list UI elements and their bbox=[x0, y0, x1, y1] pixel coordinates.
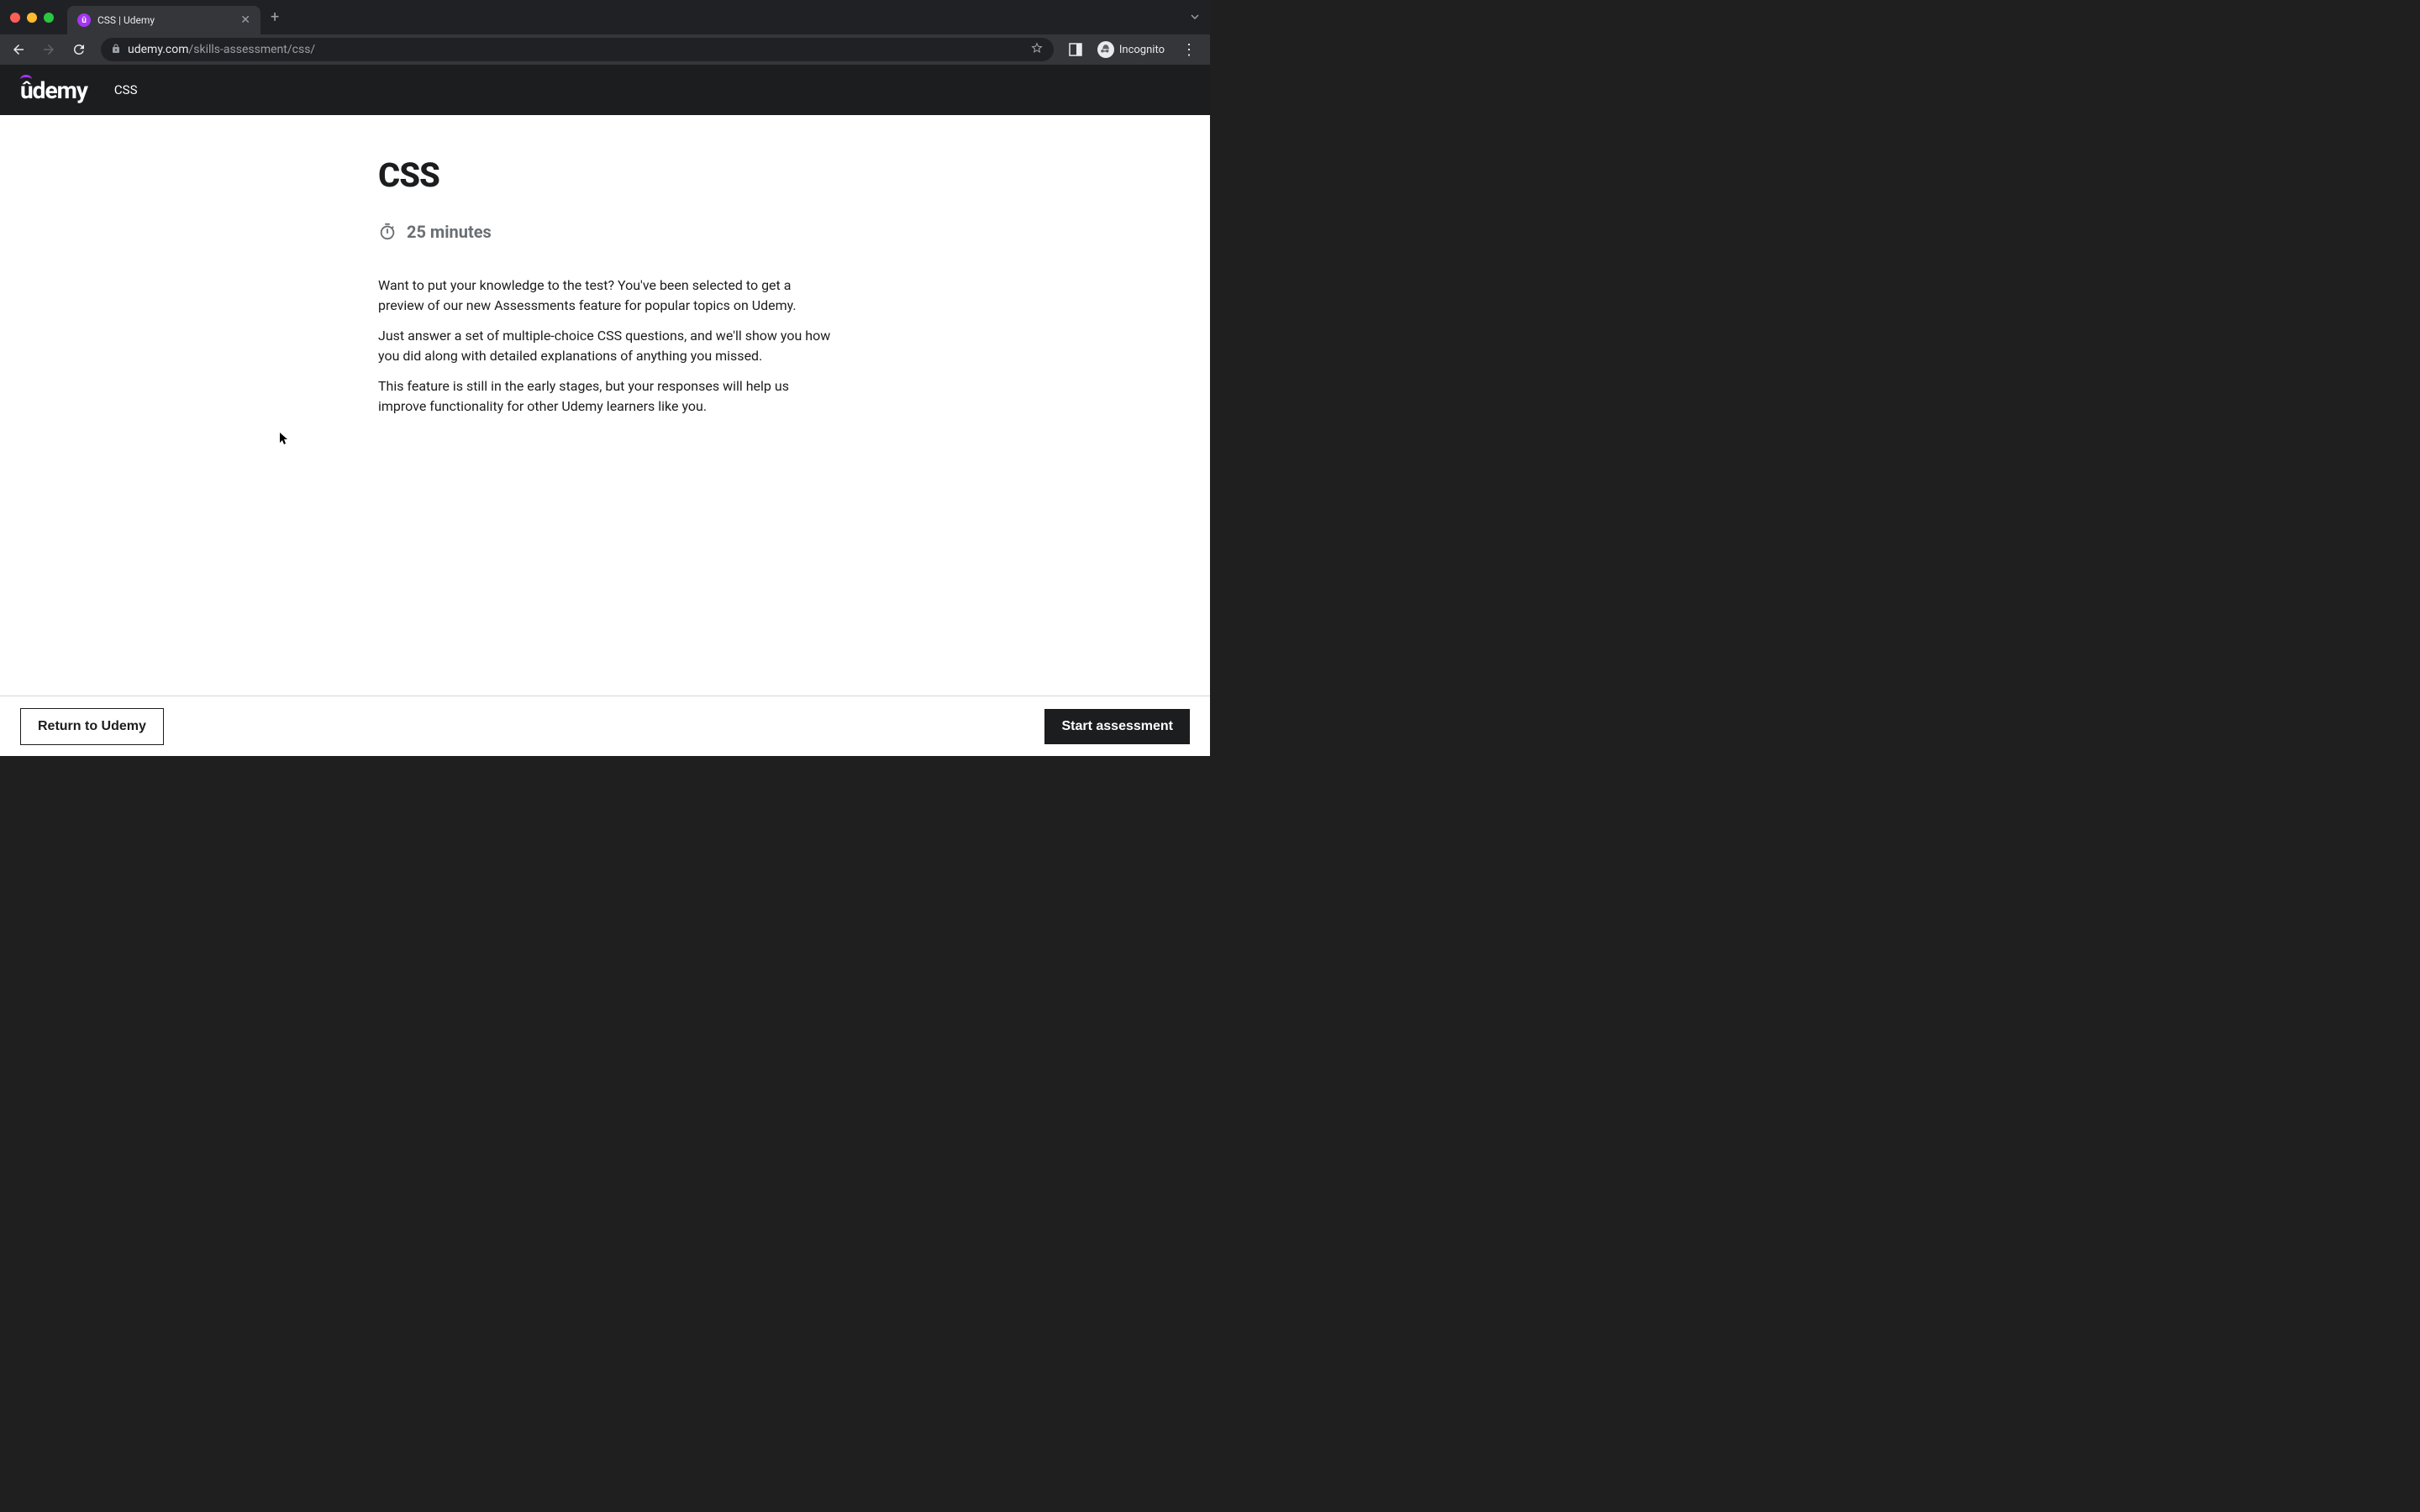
window-controls bbox=[10, 13, 54, 23]
site-header: ûdemy CSS bbox=[0, 65, 1210, 115]
description: Want to put your knowledge to the test? … bbox=[378, 276, 832, 417]
extensions-icon[interactable] bbox=[1064, 38, 1087, 61]
url-input[interactable]: udemy.com/skills-assessment/css/ bbox=[101, 38, 1054, 61]
browser-menu-icon[interactable]: ⋮ bbox=[1175, 41, 1203, 59]
timer-icon bbox=[378, 223, 397, 241]
browser-tab-bar: û CSS | Udemy ✕ + bbox=[0, 0, 1210, 34]
return-button[interactable]: Return to Udemy bbox=[20, 708, 164, 745]
window-close-button[interactable] bbox=[10, 13, 20, 23]
browser-address-bar: udemy.com/skills-assessment/css/ Incogni… bbox=[0, 34, 1210, 65]
duration-row: 25 minutes bbox=[378, 222, 832, 242]
page-body: CSS 25 minutes Want to put your knowledg… bbox=[0, 115, 1210, 696]
back-button[interactable] bbox=[7, 38, 30, 61]
duration-text: 25 minutes bbox=[407, 222, 492, 242]
incognito-badge[interactable]: Incognito bbox=[1094, 41, 1168, 58]
lock-icon bbox=[111, 44, 121, 56]
breadcrumb: CSS bbox=[114, 82, 138, 97]
tab-favicon-icon: û bbox=[77, 13, 91, 27]
window-maximize-button[interactable] bbox=[44, 13, 54, 23]
description-paragraph: Want to put your knowledge to the test? … bbox=[378, 276, 832, 316]
incognito-label: Incognito bbox=[1119, 44, 1165, 56]
page-title: CSS bbox=[378, 155, 832, 195]
udemy-logo[interactable]: ûdemy bbox=[20, 76, 87, 104]
browser-tab[interactable]: û CSS | Udemy ✕ bbox=[67, 6, 260, 34]
start-assessment-button[interactable]: Start assessment bbox=[1044, 709, 1190, 744]
url-text: udemy.com/skills-assessment/css/ bbox=[128, 43, 1023, 56]
window-minimize-button[interactable] bbox=[27, 13, 37, 23]
page-content: ûdemy CSS CSS 25 minutes Want to put you… bbox=[0, 65, 1210, 756]
tabs-dropdown-icon[interactable] bbox=[1190, 9, 1200, 25]
incognito-icon bbox=[1097, 41, 1114, 58]
forward-button[interactable] bbox=[37, 38, 60, 61]
bookmark-star-icon[interactable] bbox=[1030, 41, 1044, 58]
description-paragraph: Just answer a set of multiple-choice CSS… bbox=[378, 326, 832, 366]
tab-title: CSS | Udemy bbox=[97, 14, 234, 26]
new-tab-button[interactable]: + bbox=[271, 8, 279, 26]
description-paragraph: This feature is still in the early stage… bbox=[378, 376, 832, 417]
reload-button[interactable] bbox=[67, 38, 91, 61]
page-footer: Return to Udemy Start assessment bbox=[0, 696, 1210, 756]
tab-close-icon[interactable]: ✕ bbox=[240, 13, 250, 27]
